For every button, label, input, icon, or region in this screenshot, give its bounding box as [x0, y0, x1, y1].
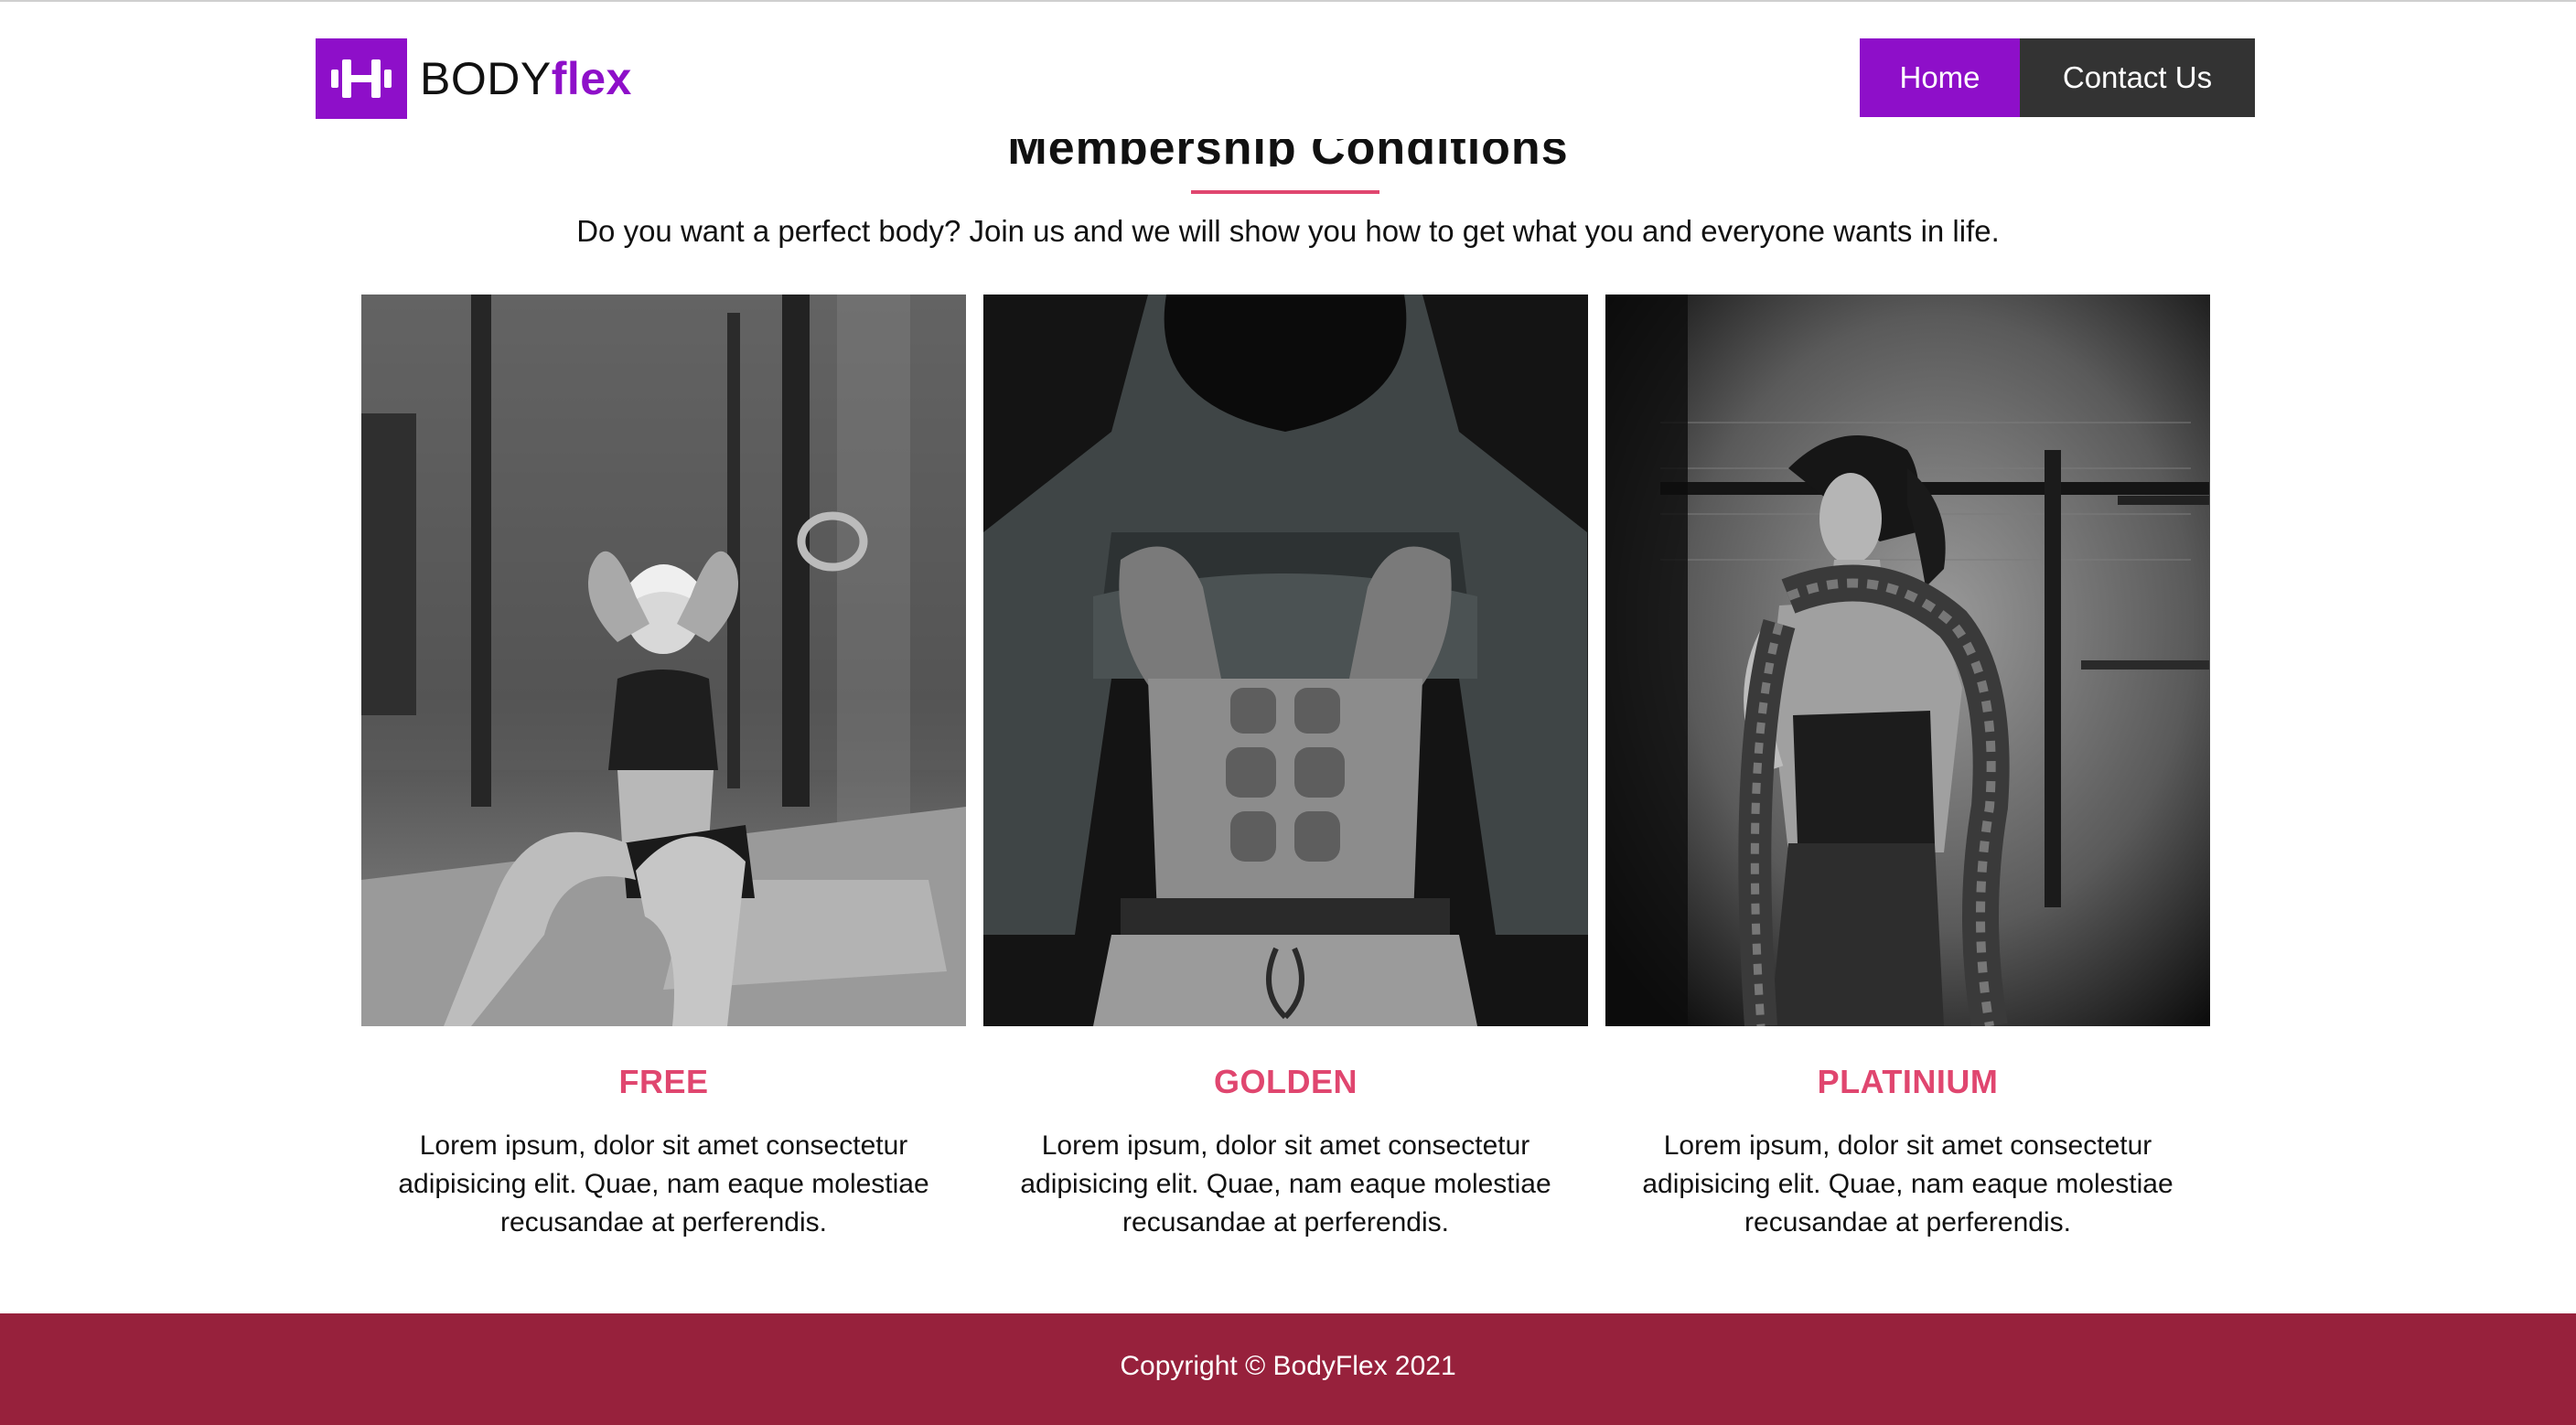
site-footer: Copyright © BodyFlex 2021 [0, 1313, 2576, 1425]
copyright-text: Copyright © BodyFlex 2021 [1120, 1351, 1456, 1381]
nav-home-button[interactable]: Home [1860, 38, 2020, 117]
card-title: GOLDEN [1213, 1063, 1358, 1100]
card-description: Lorem ipsum, dolor sit amet consectetur … [398, 1130, 929, 1238]
membership-card-platinium: PLATINIUM Lorem ipsum, dolor sit amet co… [1605, 295, 2210, 1242]
brand-name-body: BODY [420, 53, 552, 104]
woman-doing-situps-photo [361, 295, 966, 1026]
membership-card-free: FREE Lorem ipsum, dolor sit amet consect… [361, 295, 966, 1242]
main-nav: Home Contact Us [1860, 38, 2255, 117]
card-description: Lorem ipsum, dolor sit amet consectetur … [1642, 1130, 2174, 1238]
man-showing-abs-photo [983, 295, 1588, 1026]
intro-text: Do you want a perfect body? Join us and … [576, 214, 2000, 248]
brand-name: BODYflex [420, 38, 632, 119]
brand-logo[interactable]: BODYflex [316, 38, 632, 119]
brand-name-flex: flex [551, 53, 632, 104]
membership-card-golden: GOLDEN Lorem ipsum, dolor sit amet conse… [983, 295, 1588, 1242]
card-description: Lorem ipsum, dolor sit amet consectetur … [1020, 1130, 1551, 1238]
card-title: PLATINIUM [1817, 1063, 1999, 1100]
woman-with-battle-rope-photo [1605, 295, 2210, 1026]
title-underline [1191, 190, 1379, 194]
membership-cards: FREE Lorem ipsum, dolor sit amet consect… [361, 295, 2210, 1255]
site-header: BODYflex Home Contact Us [0, 2, 2576, 139]
nav-contact-button[interactable]: Contact Us [2020, 38, 2255, 117]
card-title: FREE [618, 1063, 709, 1100]
dumbbell-icon [316, 38, 407, 119]
